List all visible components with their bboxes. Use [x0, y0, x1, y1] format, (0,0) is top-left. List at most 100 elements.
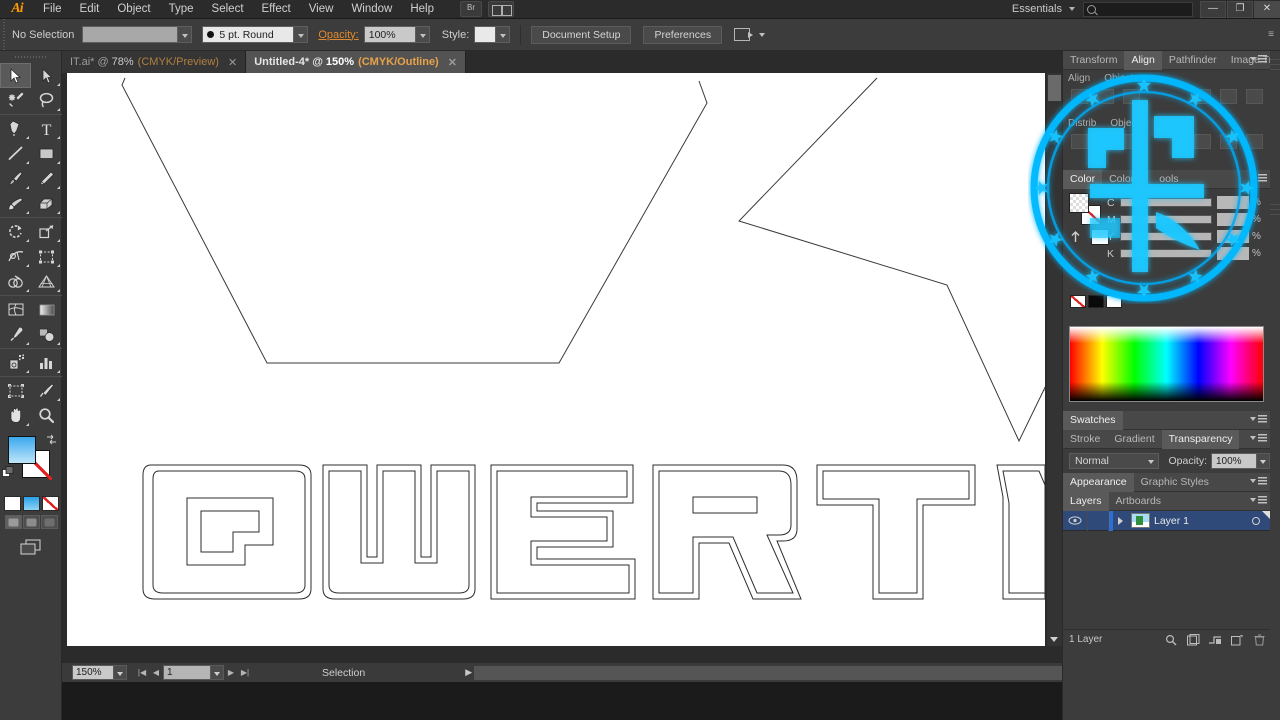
- tool-perspective-grid-tool[interactable]: [31, 269, 62, 294]
- stroke-profile-combo[interactable]: 5 pt. Round: [202, 26, 309, 43]
- color-mode-button[interactable]: [3, 496, 21, 511]
- blend-mode-select[interactable]: Normal: [1069, 453, 1160, 469]
- default-fill-stroke-icon[interactable]: [2, 466, 14, 478]
- channel-slider-k[interactable]: [1120, 249, 1212, 258]
- align-right-button[interactable]: [1123, 89, 1140, 104]
- make-clipping-mask-icon[interactable]: [1182, 630, 1204, 650]
- panel-menu-icon[interactable]: [1250, 496, 1267, 504]
- delete-layer-icon[interactable]: [1248, 630, 1270, 650]
- tool-rotate-tool[interactable]: [0, 219, 31, 244]
- tool-rectangle-tool[interactable]: [31, 141, 62, 166]
- tool-gradient-tool[interactable]: [31, 297, 62, 322]
- tool-status-text[interactable]: Selection: [322, 667, 365, 679]
- preferences-button[interactable]: Preferences: [643, 25, 723, 44]
- change-screen-mode-icon[interactable]: [0, 537, 62, 557]
- artboard-chevron-down-icon[interactable]: [211, 665, 224, 680]
- tool-hand-tool[interactable]: [0, 403, 31, 428]
- scroll-down-icon[interactable]: [1050, 637, 1058, 642]
- new-layer-icon[interactable]: [1226, 630, 1248, 650]
- tool-width-tool[interactable]: [0, 244, 31, 269]
- color-none-icon[interactable]: [1069, 231, 1082, 247]
- zoom-input[interactable]: 150%: [72, 665, 114, 680]
- stroke-profile-chevron-down-icon[interactable]: [294, 26, 309, 43]
- swap-fill-stroke-icon[interactable]: [46, 434, 57, 445]
- tool-paintbrush-tool[interactable]: [0, 166, 31, 191]
- tool-magic-wand-tool[interactable]: [0, 88, 31, 113]
- panel-menu-icon[interactable]: [1250, 415, 1267, 423]
- fill-stroke-selector[interactable]: [82, 26, 193, 43]
- tab-close-icon[interactable]: ✕: [228, 56, 237, 69]
- none-mode-button[interactable]: [41, 496, 59, 511]
- opacity-combo[interactable]: 100%: [363, 26, 430, 43]
- tab-appearance[interactable]: Appearance: [1063, 472, 1134, 492]
- zoom-combo[interactable]: 150%: [62, 665, 127, 680]
- layer-expand-icon[interactable]: [1113, 517, 1127, 525]
- align-objects-icon[interactable]: [734, 28, 754, 41]
- table-row[interactable]: Layer 1: [1063, 510, 1270, 531]
- tool-artboard-tool[interactable]: [0, 378, 31, 403]
- last-artboard-button[interactable]: ▶|: [238, 665, 252, 680]
- canvas-vertical-scrollbar[interactable]: [1047, 73, 1062, 646]
- arrange-documents-icon[interactable]: [488, 1, 514, 17]
- transparency-opacity-input[interactable]: 100%: [1211, 453, 1257, 469]
- tab-artboards[interactable]: Artboards: [1109, 492, 1169, 511]
- opacity-chevron-down-icon[interactable]: [415, 26, 430, 43]
- locate-object-icon[interactable]: [1160, 630, 1182, 650]
- full-screen-menubar-button[interactable]: [22, 515, 40, 529]
- panel-menu-icon[interactable]: [1250, 434, 1267, 442]
- zoom-chevron-down-icon[interactable]: [114, 665, 127, 680]
- tool-lasso-tool[interactable]: [31, 88, 62, 113]
- search-input[interactable]: [1083, 1, 1193, 17]
- layer-name[interactable]: Layer 1: [1154, 515, 1189, 527]
- tool-zoom-tool[interactable]: [31, 403, 62, 428]
- menu-edit[interactable]: Edit: [71, 0, 109, 19]
- tool-type-tool[interactable]: T: [31, 116, 62, 141]
- tool-column-graph-tool[interactable]: [31, 350, 62, 375]
- status-menu-icon[interactable]: ▶: [465, 667, 472, 678]
- tool-blob-brush-tool[interactable]: [0, 191, 31, 216]
- menu-effect[interactable]: Effect: [253, 0, 300, 19]
- bridge-icon[interactable]: [460, 1, 482, 17]
- color-spectrum-ramp[interactable]: [1069, 326, 1264, 402]
- style-combo[interactable]: [474, 26, 511, 43]
- tool-selection-tool[interactable]: [0, 63, 31, 88]
- control-bar-overflow-icon[interactable]: ≡: [1268, 29, 1274, 40]
- menu-type[interactable]: Type: [160, 0, 203, 19]
- transparency-opacity-chevron-down-icon[interactable]: [1257, 453, 1270, 469]
- tab-gradient[interactable]: Gradient: [1107, 430, 1161, 449]
- stroke-color-chevron-down-icon[interactable]: [178, 26, 193, 43]
- color-fill-stroke-proxy[interactable]: [1069, 193, 1103, 227]
- tab-color-guide[interactable]: Color G: [1102, 170, 1152, 189]
- style-swatch[interactable]: [474, 26, 497, 43]
- channel-input-y[interactable]: [1217, 230, 1249, 243]
- swatch-none[interactable]: [1070, 295, 1086, 308]
- distribute-bottom-button[interactable]: [1123, 134, 1140, 149]
- distribute-center-horizontal-button[interactable]: [1220, 134, 1237, 149]
- channel-slider-m[interactable]: [1120, 215, 1212, 224]
- tab-close-icon[interactable]: ✕: [448, 56, 457, 69]
- layer-visibility-icon[interactable]: [1063, 516, 1087, 525]
- control-bar-grip[interactable]: [0, 18, 8, 51]
- color-channel-k[interactable]: K %: [1063, 246, 1270, 261]
- distribute-left-button[interactable]: [1194, 134, 1211, 149]
- close-button[interactable]: ✕: [1254, 0, 1280, 18]
- distribute-top-button[interactable]: [1071, 134, 1088, 149]
- distribute-center-vertical-button[interactable]: [1097, 134, 1114, 149]
- workspace-chevron-down-icon[interactable]: [1069, 7, 1075, 11]
- align-left-button[interactable]: [1071, 89, 1088, 104]
- layer-target-icon[interactable]: [1252, 516, 1260, 525]
- menu-object[interactable]: Object: [108, 0, 159, 19]
- align-bottom-button[interactable]: [1246, 89, 1263, 104]
- tool-slice-tool[interactable]: [31, 378, 62, 403]
- tool-free-transform-tool[interactable]: [31, 244, 62, 269]
- panel-menu-icon[interactable]: [1250, 174, 1267, 182]
- color-white-swatch[interactable]: [1091, 229, 1109, 245]
- tool-shape-builder-tool[interactable]: [0, 269, 31, 294]
- align-center-vertical-button[interactable]: [1220, 89, 1237, 104]
- tool-line-segment-tool[interactable]: [0, 141, 31, 166]
- document-tab-untitled-4[interactable]: Untitled-4* @ 150% (CMYK/Outline) ✕: [246, 51, 466, 73]
- tool-eyedropper-tool[interactable]: [0, 322, 31, 347]
- tab-symbols[interactable]: ools: [1152, 170, 1185, 189]
- tool-symbol-sprayer-tool[interactable]: [0, 350, 31, 375]
- opacity-input[interactable]: 100%: [363, 26, 416, 43]
